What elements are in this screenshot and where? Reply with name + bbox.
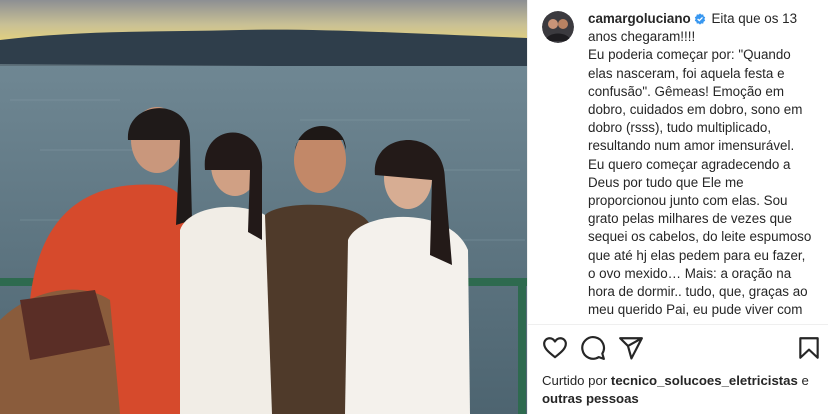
- caption-body: Eu poderia começar por: "Quando elas nas…: [588, 47, 812, 318]
- post-actions-bar: [528, 324, 828, 368]
- post-side-panel: camargoluciano Eita que os 13 anos chega…: [527, 0, 828, 414]
- likes-others-link[interactable]: outras pessoas: [542, 391, 639, 406]
- avatar-image: [542, 11, 574, 43]
- caption-text: camargoluciano Eita que os 13 anos chega…: [588, 10, 814, 320]
- username-link[interactable]: camargoluciano: [588, 11, 691, 26]
- heart-icon[interactable]: [542, 335, 568, 361]
- post-caption: camargoluciano Eita que os 13 anos chega…: [542, 10, 828, 320]
- post-photo[interactable]: [0, 0, 527, 414]
- likes-user-link[interactable]: tecnico_solucoes_eletricistas: [611, 373, 798, 388]
- family-lake-photo: [0, 0, 527, 414]
- instagram-post: camargoluciano Eita que os 13 anos chega…: [0, 0, 828, 414]
- paper-plane-icon[interactable]: [618, 335, 644, 361]
- verified-badge-icon: [694, 13, 706, 25]
- likes-summary: Curtido por tecnico_solucoes_eletricista…: [542, 372, 826, 408]
- bookmark-icon[interactable]: [796, 335, 822, 361]
- avatar[interactable]: [542, 11, 574, 43]
- likes-suffix: e: [801, 373, 809, 388]
- likes-prefix: Curtido por: [542, 373, 608, 388]
- comment-icon[interactable]: [580, 335, 606, 361]
